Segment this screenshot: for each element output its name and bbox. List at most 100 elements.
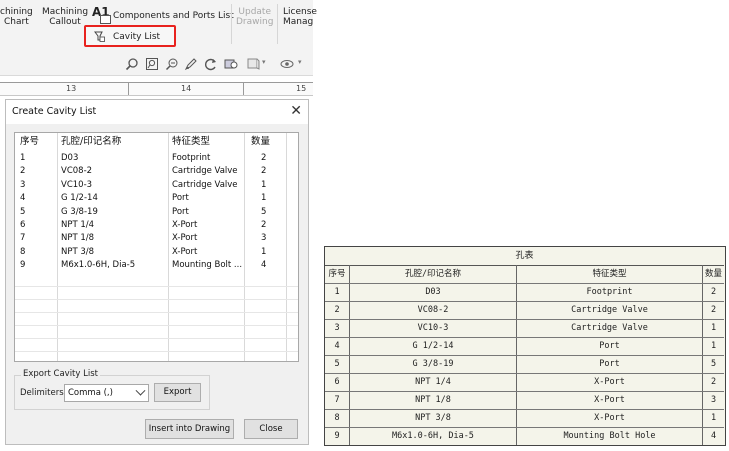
cell-index: 4 (334, 341, 340, 351)
cell-type: Port (599, 341, 620, 351)
cell-qty: 1 (710, 341, 717, 351)
list-item[interactable]: 2 VC08-2 Cartridge Valve 2 (15, 165, 298, 178)
cell-qty: 1 (261, 179, 267, 190)
cell-name: NPT 1/8 (61, 233, 95, 244)
cell-name: D03 (425, 287, 441, 297)
machining-callout-button[interactable]: Machining Callout (42, 7, 88, 27)
machining-callout-label-1: Machining (42, 7, 89, 17)
table-row: 2 VC08-2 Cartridge Valve 2 (325, 301, 724, 320)
column-header-qty[interactable]: 数量 (251, 134, 270, 150)
table-row: 1 D03 Footprint 2 (325, 283, 724, 302)
table-row: 4 G 1/2-14 Port 1 (325, 337, 724, 356)
cell-index: 9 (334, 431, 340, 441)
insert-into-drawing-button[interactable]: Insert into Drawing (145, 419, 234, 439)
cell-index: 9 (20, 260, 26, 271)
cell-index: 3 (334, 323, 340, 333)
close-button[interactable]: Close (244, 419, 298, 439)
column-header-index: 序号 (328, 269, 346, 279)
update-drawing-button[interactable]: Update Drawing (236, 7, 273, 27)
cell-index: 1 (334, 287, 340, 297)
cell-index: 7 (334, 395, 340, 405)
sketch-pencil-icon[interactable] (184, 57, 198, 71)
list-item[interactable]: 8 NPT 3/8 X-Port 1 (15, 246, 298, 259)
zoom-window-icon[interactable] (145, 57, 159, 71)
list-item[interactable]: 9 M6x1.0-6H, Dia-5 Mounting Bolt ... 4 (15, 259, 298, 272)
table-row: 6 NPT 1/4 X-Port 2 (325, 373, 724, 392)
cell-index: 2 (20, 166, 26, 177)
cell-qty: 5 (710, 359, 717, 369)
license-label-1: License (283, 7, 317, 17)
close-icon[interactable]: ✕ (290, 103, 302, 119)
row-divider (15, 312, 298, 313)
column-header-name: 孔腔/印记名称 (404, 269, 462, 279)
delimiter-select[interactable]: Comma (,) (64, 384, 149, 402)
cell-name: D03 (61, 153, 79, 163)
dropdown-arrow-icon[interactable]: ▾ (298, 58, 302, 66)
hide-show-icon[interactable] (280, 57, 294, 71)
cell-name: VC08-2 (61, 166, 93, 177)
list-item[interactable]: 1 D03 Footprint 2 (15, 152, 298, 165)
machining-chart-button[interactable]: chining Chart (0, 7, 33, 27)
export-button[interactable]: Export (154, 383, 201, 402)
cell-name: M6x1.0-6H, Dia-5 (392, 431, 474, 441)
cell-qty: 3 (261, 233, 267, 244)
cell-name: G 1/2-14 (412, 341, 454, 351)
license-manager-button[interactable]: License Manag (283, 7, 317, 27)
components-ports-list-button[interactable]: Components and Ports List (113, 11, 234, 21)
cell-qty: 1 (710, 413, 717, 423)
cavity-list-button[interactable]: Cavity List (84, 25, 176, 47)
cell-index: 5 (334, 359, 340, 369)
dialog-title-bar[interactable]: Create Cavity List ✕ (6, 100, 308, 124)
table-row: 8 NPT 3/8 X-Port 1 (325, 409, 724, 428)
cell-name: G 3/8-19 (61, 206, 98, 217)
cell-type: Cartridge Valve (571, 323, 648, 333)
cell-index: 7 (20, 233, 26, 244)
cell-name: VC08-2 (417, 305, 449, 315)
license-label-2: Manag (283, 17, 314, 27)
cavity-list-icon (94, 31, 105, 42)
cell-type: X-Port (172, 246, 198, 257)
list-item[interactable]: 5 G 3/8-19 Port 5 (15, 206, 298, 219)
cell-index: 6 (334, 377, 340, 387)
cell-type: Cartridge Valve (172, 166, 238, 177)
cell-qty: 2 (261, 153, 267, 163)
list-item[interactable]: 6 NPT 1/4 X-Port 2 (15, 219, 298, 232)
ribbon: chining Chart Machining Callout A1 Compo… (0, 0, 317, 52)
cell-qty: 2 (261, 166, 267, 177)
rotate-view-icon[interactable] (204, 57, 218, 71)
dialog-title: Create Cavity List (12, 106, 97, 117)
cell-qty: 2 (710, 377, 717, 387)
cell-name: VC10-3 (417, 323, 449, 333)
cell-type: Port (172, 206, 189, 217)
column-header-name[interactable]: 孔腔/印记名称 (61, 134, 121, 150)
zoom-fit-icon[interactable] (165, 57, 179, 71)
zoom-search-icon[interactable] (125, 57, 139, 71)
hole-table-header: 序号 孔腔/印记名称 特征类型 数量 (325, 265, 724, 284)
column-header-index[interactable]: 序号 (20, 134, 39, 150)
cavity-list-label: Cavity List (113, 32, 161, 42)
cell-qty: 3 (710, 395, 717, 405)
list-item[interactable]: 3 VC10-3 Cartridge Valve 1 (15, 179, 298, 192)
cell-type: X-Port (172, 233, 198, 244)
cell-name: M6x1.0-6H, Dia-5 (61, 260, 136, 271)
cell-type: Port (599, 359, 620, 369)
column-header-type[interactable]: 特征类型 (172, 134, 210, 150)
update-drawing-label-2: Drawing (236, 17, 274, 27)
cell-type: Cartridge Valve (172, 179, 238, 190)
export-button-label: Export (163, 387, 192, 397)
cell-index: 1 (20, 153, 26, 163)
cell-name: NPT 1/4 (61, 220, 95, 230)
cell-index: 4 (20, 193, 26, 204)
view-orientation-icon[interactable] (246, 57, 260, 71)
view-toolbar: ▾ ▾ (0, 52, 313, 76)
hole-table-title: 孔表 (325, 247, 724, 266)
cell-name: VC10-3 (61, 179, 93, 190)
dropdown-arrow-icon[interactable]: ▾ (262, 58, 266, 66)
cell-qty: 1 (710, 323, 717, 333)
cavity-list-view[interactable]: 序号 孔腔/印记名称 特征类型 数量 1 D03 Footprint 2 2 V… (14, 132, 299, 362)
list-item[interactable]: 4 G 1/2-14 Port 1 (15, 192, 298, 205)
display-style-icon[interactable] (224, 57, 238, 71)
cell-name: NPT 1/8 (415, 395, 451, 405)
ribbon-divider (277, 4, 278, 44)
list-item[interactable]: 7 NPT 1/8 X-Port 3 (15, 232, 298, 245)
